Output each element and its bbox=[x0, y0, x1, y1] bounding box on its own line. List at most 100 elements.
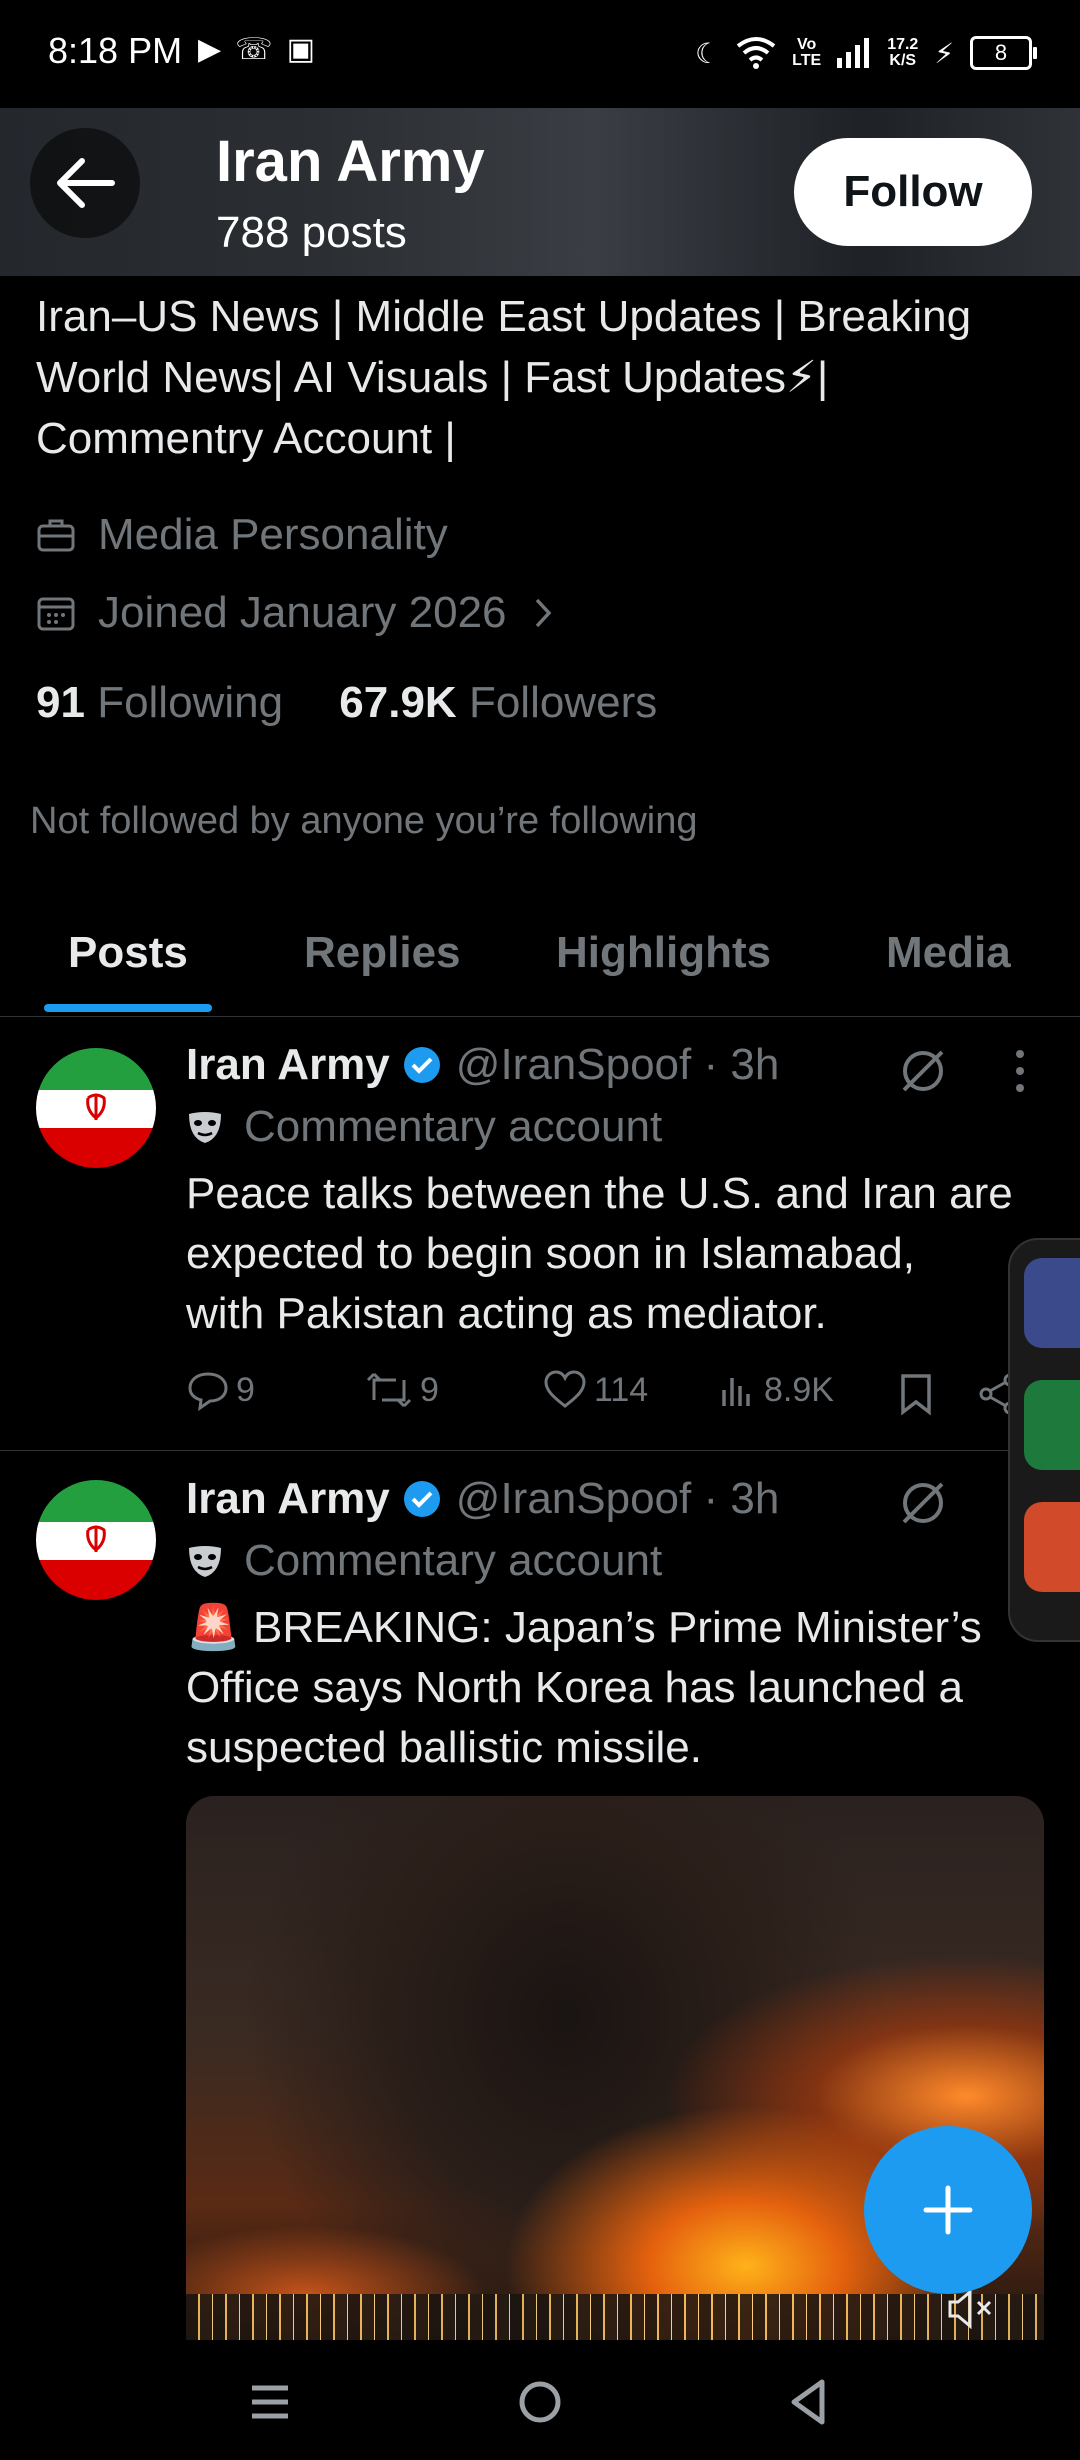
repost-button[interactable]: 9 bbox=[364, 1368, 439, 1412]
tab-replies[interactable]: Replies bbox=[304, 928, 461, 978]
bio-line: Iran–US News | Middle East Updates | Bre… bbox=[36, 292, 972, 341]
tab-posts[interactable]: Posts bbox=[68, 928, 188, 978]
joined-date: Joined January 2026 bbox=[98, 588, 507, 637]
post-text[interactable]: 🚨 BREAKING: Japan’s Prime Minister’s Off… bbox=[186, 1598, 1046, 1778]
reply-count: 9 bbox=[236, 1370, 255, 1409]
mask-icon bbox=[189, 1546, 221, 1577]
views-button[interactable]: 8.9K bbox=[718, 1368, 834, 1412]
following-link[interactable]: 91 Following bbox=[36, 678, 283, 727]
side-app-shortcut[interactable] bbox=[1024, 1502, 1080, 1592]
following-label: Following bbox=[97, 678, 284, 727]
commentary-label: Commentary account bbox=[186, 1536, 662, 1586]
briefcase-icon bbox=[37, 519, 75, 552]
not-followed-notice: Not followed by anyone you’re following bbox=[30, 800, 698, 842]
play-notification-icon: ▶ bbox=[198, 33, 236, 66]
post-avatar[interactable] bbox=[36, 1480, 156, 1600]
heart-icon bbox=[544, 1370, 586, 1408]
bookmark-icon[interactable] bbox=[898, 1372, 934, 1416]
status-indicators: ☾ Vo LTE 17.2 K/S ⚡ 8 bbox=[695, 28, 1037, 78]
notification-icons: ▶☏▣ bbox=[198, 32, 329, 67]
header-posts-count: 788 posts bbox=[216, 208, 407, 257]
post-text[interactable]: Peace talks between the U.S. and Iran ar… bbox=[186, 1164, 1046, 1344]
charging-icon: ⚡ bbox=[934, 37, 954, 69]
post-author-name[interactable]: Iran Army bbox=[186, 1474, 390, 1524]
like-count: 114 bbox=[594, 1370, 649, 1409]
battery-icon: 8 bbox=[970, 36, 1037, 70]
reply-button[interactable]: 9 bbox=[186, 1368, 255, 1412]
commentary-label: Commentary account bbox=[186, 1102, 662, 1152]
post-text-line: 🚨 BREAKING: Japan’s Prime Minister’s bbox=[186, 1603, 982, 1652]
side-app-shortcut[interactable] bbox=[1024, 1258, 1080, 1348]
app-notification-icon: ▣ bbox=[286, 33, 329, 66]
bio-line: World News| AI Visuals | Fast Updates⚡| bbox=[36, 353, 829, 402]
city-skyline bbox=[186, 2294, 1044, 2340]
repost-icon bbox=[366, 1372, 412, 1408]
views-icon bbox=[722, 1378, 750, 1406]
profile-category: Media Personality bbox=[98, 510, 448, 559]
speed-unit: K/S bbox=[889, 52, 917, 69]
compose-button[interactable] bbox=[864, 2126, 1032, 2294]
views-count: 8.9K bbox=[764, 1370, 834, 1409]
followers-link[interactable]: 67.9K Followers bbox=[339, 678, 657, 727]
back-button[interactable] bbox=[30, 128, 140, 238]
system-nav-bar bbox=[0, 2344, 1080, 2460]
post-handle-time: @IranSpoof · 3h bbox=[455, 1040, 780, 1089]
profile-bio: Iran–US News | Middle East Updates | Bre… bbox=[36, 286, 1046, 469]
profile-category-row: Media Personality bbox=[36, 510, 448, 560]
iran-flag-avatar bbox=[36, 1480, 156, 1600]
post-divider bbox=[0, 1450, 1080, 1451]
wifi-icon bbox=[736, 37, 776, 69]
plus-icon bbox=[923, 2185, 973, 2235]
calendar-icon bbox=[37, 597, 75, 631]
grok-icon[interactable] bbox=[896, 1044, 950, 1098]
post-handle-time: @IranSpoof · 3h bbox=[455, 1474, 780, 1523]
post-text-line: Peace talks between the U.S. and Iran ar… bbox=[186, 1169, 1013, 1218]
more-options-icon[interactable] bbox=[1010, 1048, 1030, 1094]
network-speed: 17.2 K/S bbox=[887, 37, 918, 69]
back-nav-icon[interactable] bbox=[786, 2374, 830, 2430]
like-button[interactable]: 114 bbox=[542, 1368, 648, 1412]
active-tab-indicator bbox=[44, 1004, 212, 1012]
grok-icon[interactable] bbox=[896, 1476, 950, 1530]
commentary-text: Commentary account bbox=[244, 1102, 663, 1151]
post-text-line: suspected ballistic missile. bbox=[186, 1723, 702, 1772]
following-count: 91 bbox=[36, 678, 85, 727]
followers-label: Followers bbox=[468, 678, 658, 727]
post-author-row: Iran Army @IranSpoof · 3h bbox=[186, 1040, 779, 1090]
volte-bottom: LTE bbox=[792, 52, 822, 69]
post-author-name[interactable]: Iran Army bbox=[186, 1040, 390, 1090]
post-text-line: Office says North Korea has launched a bbox=[186, 1663, 963, 1712]
status-bar: 8:18 PM ▶☏▣ ☾ Vo LTE 17.2 K/S ⚡ 8 bbox=[0, 0, 1080, 108]
side-app-shortcut[interactable] bbox=[1024, 1380, 1080, 1470]
status-time: 8:18 PM bbox=[48, 30, 183, 71]
back-arrow-icon bbox=[57, 158, 115, 208]
tab-highlights[interactable]: Highlights bbox=[556, 928, 771, 978]
signal-icon bbox=[837, 38, 870, 68]
post-avatar[interactable] bbox=[36, 1048, 156, 1168]
follow-counts: 91 Following 67.9K Followers bbox=[36, 678, 657, 728]
home-nav-icon[interactable] bbox=[516, 2374, 564, 2430]
verified-badge-icon bbox=[403, 1047, 440, 1083]
volte-indicator: Vo LTE bbox=[792, 37, 821, 69]
tab-media[interactable]: Media bbox=[886, 928, 1011, 978]
joined-date-row[interactable]: Joined January 2026 bbox=[36, 588, 575, 638]
bio-line: Commentry Account | bbox=[36, 414, 456, 463]
mask-icon bbox=[189, 1112, 221, 1143]
repost-count: 9 bbox=[420, 1370, 439, 1409]
header-profile-name: Iran Army bbox=[216, 129, 485, 194]
speed-value: 17.2 bbox=[887, 36, 919, 53]
followers-count: 67.9K bbox=[339, 678, 457, 727]
post-author-row: Iran Army @IranSpoof · 3h bbox=[186, 1474, 779, 1524]
volte-top: Vo bbox=[797, 36, 817, 53]
post-actions: 9 9 114 8.9K bbox=[186, 1368, 1066, 1424]
reply-icon bbox=[188, 1372, 228, 1412]
follow-button[interactable]: Follow bbox=[794, 138, 1032, 246]
post-text-line: with Pakistan acting as mediator. bbox=[186, 1289, 827, 1338]
moon-icon: ☾ bbox=[695, 37, 721, 69]
commentary-text: Commentary account bbox=[244, 1536, 663, 1585]
missed-call-icon: ☏ bbox=[235, 33, 287, 66]
menu-nav-icon[interactable] bbox=[248, 2374, 292, 2430]
iran-flag-avatar bbox=[36, 1048, 156, 1168]
chevron-right-icon bbox=[535, 598, 551, 628]
post-text-line: expected to begin soon in Islamabad, bbox=[186, 1229, 915, 1278]
